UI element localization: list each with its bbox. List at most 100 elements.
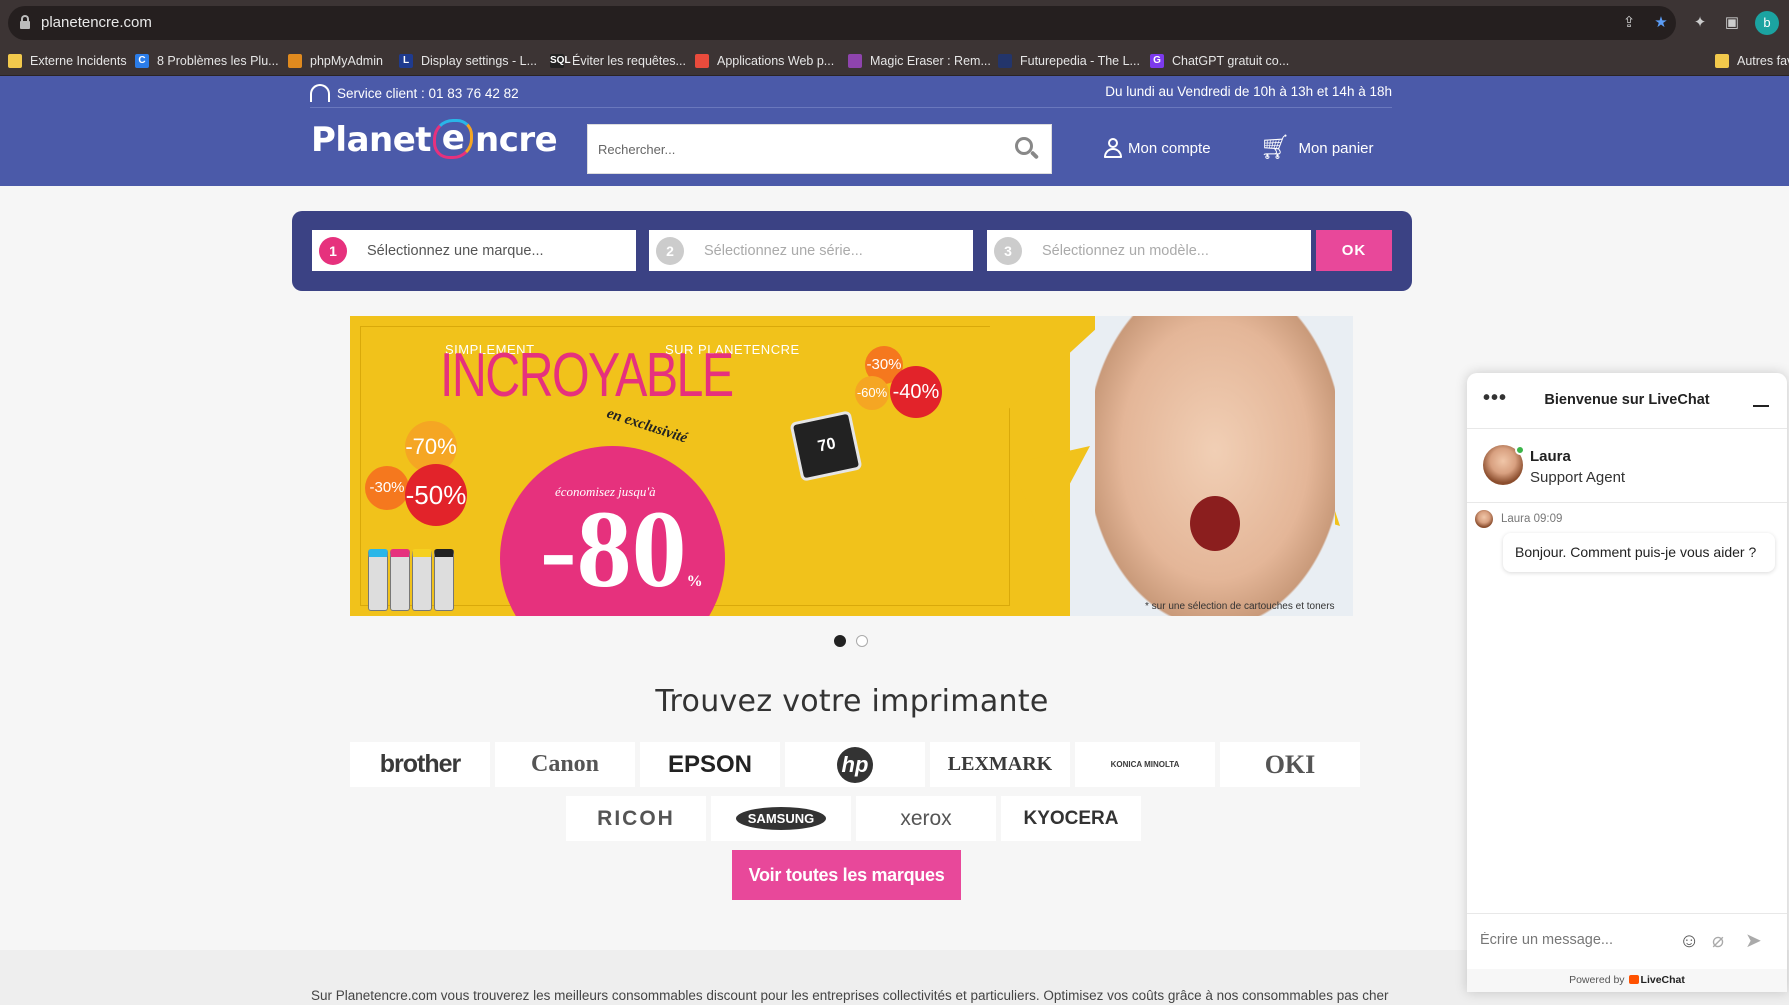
model-select-label: Sélectionnez un modèle... (1042, 242, 1209, 259)
bookmark-favicon-icon (1715, 54, 1729, 68)
account-link[interactable]: Mon compte (1104, 138, 1211, 158)
ink-box-image: 70 (789, 410, 863, 482)
step-badge-1: 1 (319, 236, 347, 265)
finder-ok-button[interactable]: OK (1316, 230, 1392, 271)
bookmark-item[interactable]: SQL Éviter les requêtes... (550, 51, 686, 71)
brand-tile-lexmark[interactable]: LEXMARK (930, 742, 1070, 787)
send-icon[interactable]: ➤ (1745, 930, 1762, 952)
star-icon[interactable]: ★ (1652, 14, 1670, 32)
bookmark-label: Display settings - L... (421, 54, 538, 68)
ink-box-number: 70 (816, 435, 838, 456)
attachment-icon[interactable]: ⌀ (1712, 930, 1724, 952)
bookmark-label: Magic Eraser : Rem... (870, 54, 991, 68)
seo-footer-text: Sur Planetencre.com vous trouverez les m… (311, 988, 1389, 1003)
bookmark-favicon-icon (288, 54, 302, 68)
bookmark-favicon-icon (848, 54, 862, 68)
bookmark-item[interactable]: Magic Eraser : Rem... (848, 51, 991, 71)
lock-icon[interactable] (20, 15, 30, 29)
cart-link[interactable]: 🛒︎ Mon panier (1260, 134, 1374, 161)
search-icon[interactable] (1015, 137, 1040, 161)
bookmark-favicon-icon (695, 54, 709, 68)
carousel-dot-2[interactable] (856, 635, 868, 647)
brand-tile-xerox[interactable]: xerox (856, 796, 996, 841)
message-input[interactable] (1480, 932, 1670, 948)
account-label: Mon compte (1128, 139, 1211, 157)
brand-logo: SAMSUNG (735, 807, 827, 830)
brand-tile-hp[interactable]: hp (785, 742, 925, 787)
brand-tile-oki[interactable]: OKI (1220, 742, 1360, 787)
message-meta-text: Laura 09:09 (1501, 513, 1563, 525)
bookmarks-bar: Externe Incidents C 8 Problèmes les Plu...… (0, 46, 1789, 76)
bookmark-label: ChatGPT gratuit co... (1172, 54, 1290, 68)
brand-tile-canon[interactable]: Canon (495, 742, 635, 787)
livechat-title: Bienvenue sur LiveChat (1544, 392, 1710, 408)
search-input[interactable] (598, 139, 998, 159)
brand-logo: OKI (1264, 749, 1316, 779)
series-select[interactable]: 2 Sélectionnez une série... (649, 230, 973, 271)
livechat-logo-icon (1628, 975, 1639, 984)
bookmark-item[interactable]: L Display settings - L... (399, 51, 537, 71)
cart-icon: 🛒︎ (1260, 134, 1291, 161)
brand-select[interactable]: 1 Sélectionnez une marque... (312, 230, 636, 271)
site-logo[interactable]: Planet e ncre (311, 119, 558, 161)
brand-tile-ricoh[interactable]: RICOH (566, 796, 706, 841)
agent-mini-avatar (1475, 510, 1493, 528)
bookmark-label: phpMyAdmin (310, 54, 383, 68)
message-composer: ☺ ⌀ ➤ (1467, 913, 1787, 969)
opening-hours: Du lundi au Vendredi de 10h à 13h et 14h… (1105, 84, 1392, 99)
message-meta: Laura 09:09 (1475, 510, 1562, 528)
banner-footnote: * sur une sélection de cartouches et ton… (1145, 601, 1335, 612)
carousel-dot-1[interactable] (834, 635, 846, 647)
minimize-icon[interactable] (1753, 405, 1769, 407)
bookmark-item[interactable]: G ChatGPT gratuit co... (1150, 51, 1289, 71)
brand-logo: Canon (530, 751, 600, 777)
address-bar[interactable] (8, 6, 1676, 40)
brand-tile-epson[interactable]: EPSON (640, 742, 780, 787)
bookmark-favicon-icon: G (1150, 54, 1164, 68)
bookmark-label: Autres fav (1737, 54, 1789, 68)
bookmark-item[interactable]: Futurepedia - The L... (998, 51, 1140, 71)
sidebar-icon[interactable]: ▣ (1723, 14, 1741, 32)
brand-logo: hp (837, 746, 873, 783)
bookmark-item[interactable]: Applications Web p... (695, 51, 834, 71)
brand-tile-konica-minolta[interactable]: KONICA MINOLTA (1075, 742, 1215, 787)
brand-tile-brother[interactable]: brother (350, 742, 490, 787)
header-topline: Service client : 01 83 76 42 82 Du lundi… (310, 76, 1392, 108)
extensions-icon[interactable]: ✦ (1691, 14, 1709, 32)
cart-label: Mon panier (1298, 139, 1374, 157)
bookmark-label: Futurepedia - The L... (1020, 54, 1140, 68)
brand-logo: RICOH (597, 806, 675, 830)
brand-logo: xerox (900, 806, 952, 830)
powered-by[interactable]: Powered by LiveChat (1467, 969, 1787, 992)
agent-role: Support Agent (1530, 469, 1626, 486)
promo-banner[interactable]: SIMPLEMENT SUR PLANETENCRE INCROYABLE -7… (350, 316, 1353, 616)
site-header: Service client : 01 83 76 42 82 Du lundi… (0, 76, 1789, 186)
livechat-header: ••• Bienvenue sur LiveChat (1467, 373, 1787, 429)
url-text[interactable]: planetencre.com (41, 14, 152, 31)
service-client: Service client : 01 83 76 42 82 (310, 84, 519, 102)
bookmark-item[interactable]: phpMyAdmin (288, 51, 383, 71)
brand-tile-kyocera[interactable]: KYOCERA (1001, 796, 1141, 841)
banner-photo-mouth (1190, 496, 1240, 551)
bookmark-favicon-icon (8, 54, 22, 68)
bookmark-label: Externe Incidents (30, 54, 127, 68)
bookmark-favicon-icon: C (135, 54, 149, 68)
headset-icon (310, 84, 330, 102)
powered-by-brand: LiveChat (1640, 974, 1685, 986)
livechat-widget: ••• Bienvenue sur LiveChat Laura Support… (1467, 373, 1787, 992)
share-icon[interactable]: ⇪ (1620, 14, 1638, 32)
bookmark-item[interactable]: Externe Incidents (8, 51, 127, 71)
bookmark-label: Applications Web p... (717, 54, 835, 68)
carousel-dots (834, 635, 868, 647)
profile-avatar[interactable]: b (1755, 11, 1779, 35)
model-select[interactable]: 3 Sélectionnez un modèle... (987, 230, 1311, 271)
bookmark-item[interactable]: Autres fav (1715, 51, 1789, 71)
banner-headline: INCROYABLE (440, 341, 734, 410)
bookmark-item[interactable]: C 8 Problèmes les Plu... (135, 51, 279, 71)
brand-tile-samsung[interactable]: SAMSUNG (711, 796, 851, 841)
emoji-icon[interactable]: ☺ (1679, 930, 1699, 952)
banner-big-discount: -80% (540, 488, 703, 610)
cartridges-image (368, 541, 460, 611)
brand-logo: EPSON (667, 750, 753, 778)
all-brands-button[interactable]: Voir toutes les marques (732, 850, 961, 900)
